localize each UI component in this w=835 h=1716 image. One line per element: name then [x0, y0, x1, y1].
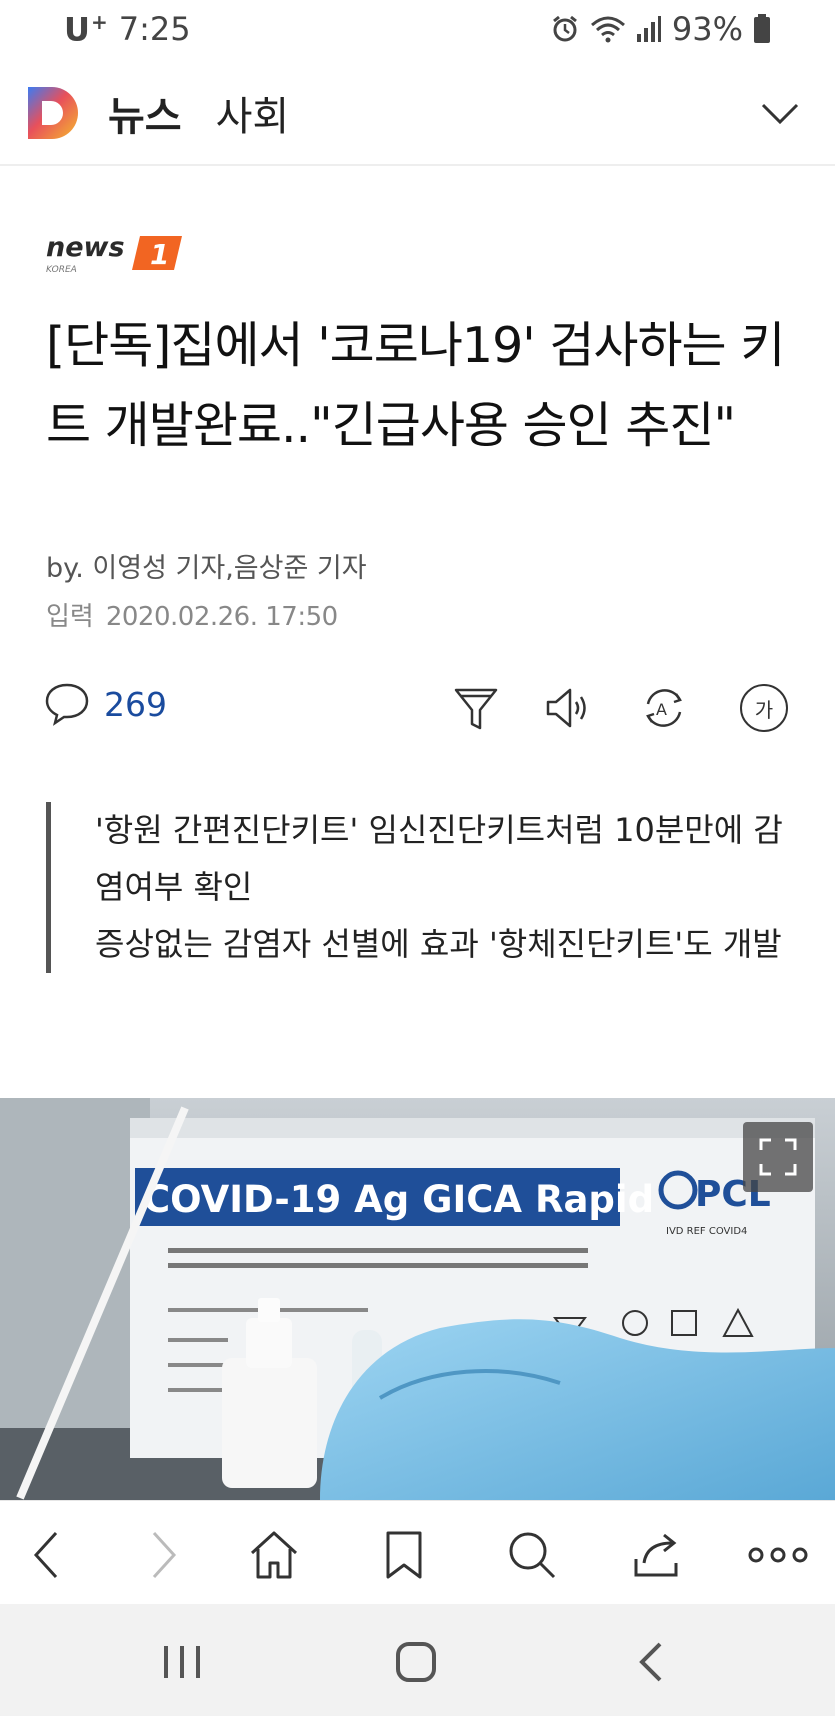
summary-line: 증상없는 감염자 선별에 효과 '항체진단키트'도 개발 — [95, 925, 782, 963]
recent-apps-icon[interactable] — [160, 1640, 204, 1684]
date-value: 2020.02.26. 17:50 — [105, 602, 338, 632]
clock: 7:25 — [118, 10, 191, 48]
forward-icon[interactable] — [136, 1529, 188, 1581]
fullscreen-icon — [759, 1138, 797, 1176]
date-label: 입력 — [46, 602, 94, 632]
font-size-icon[interactable]: 가 — [740, 684, 788, 732]
bookmark-icon[interactable] — [378, 1529, 430, 1581]
expand-image-button[interactable] — [743, 1122, 813, 1192]
home-icon[interactable] — [248, 1529, 300, 1581]
speaker-icon[interactable] — [544, 684, 592, 732]
section-title[interactable]: 사회 — [216, 84, 290, 142]
daum-logo-icon[interactable] — [26, 85, 82, 141]
comment-count: 269 — [104, 684, 167, 724]
battery-icon — [754, 14, 770, 43]
status-bar: U+ 7:25 93% — [0, 0, 835, 58]
comment-icon — [45, 683, 89, 726]
press-logo[interactable]: news 1 KOREA — [46, 228, 186, 278]
back-icon[interactable] — [22, 1529, 74, 1581]
app-header: 뉴스 사회 — [0, 62, 835, 166]
alarm-icon — [552, 15, 577, 42]
summary-line: '항원 간편진단키트' 임신진단키트처럼 10분만에 감염여부 확인 — [95, 811, 783, 906]
font-size-icon-label: 가 — [754, 697, 774, 722]
covid-test-kit-image: COVID-19 Ag GICA Rapid PCL IVD REF COVID… — [0, 1098, 835, 1500]
chevron-down-icon[interactable] — [759, 92, 801, 134]
byline: by. 이영성 기자,음상준 기자 — [46, 553, 367, 584]
more-icon[interactable] — [748, 1529, 808, 1581]
app-title[interactable]: 뉴스 — [108, 84, 182, 142]
box-codes: IVD REF COVID4 — [666, 1226, 747, 1237]
dateline: 입력 2020.02.26. 17:50 — [46, 596, 338, 633]
article-toolbar: 269 A 가 — [0, 668, 835, 748]
system-navigation-bar — [0, 1604, 835, 1716]
article-photo[interactable]: COVID-19 Ag GICA Rapid PCL IVD REF COVID… — [0, 1098, 835, 1500]
battery-percent: 93% — [671, 10, 743, 48]
signal-icon — [636, 16, 661, 42]
home-button-icon[interactable] — [394, 1640, 438, 1684]
share-icon[interactable] — [630, 1529, 682, 1581]
svg-text:A: A — [656, 700, 667, 719]
browser-toolbar — [0, 1500, 835, 1604]
search-icon[interactable] — [506, 1529, 558, 1581]
translate-icon[interactable]: A — [640, 684, 688, 732]
article-summary: '항원 간편진단키트' 임신진단키트처럼 10분만에 감염여부 확인 증상없는 … — [46, 802, 806, 973]
system-back-icon[interactable] — [630, 1640, 674, 1684]
svg-text:1: 1 — [150, 238, 169, 271]
box-title: COVID-19 Ag GICA Rapid — [143, 1178, 654, 1221]
svg-text:KOREA: KOREA — [46, 265, 77, 275]
comment-button[interactable]: 269 — [44, 682, 167, 726]
article-headline: [단독]집에서 '코로나19' 검사하는 키트 개발완료.."긴급사용 승인 추… — [46, 317, 785, 454]
wifi-icon — [590, 16, 625, 43]
svg-text:news: news — [46, 232, 125, 263]
carrier-label: U+ — [64, 9, 109, 49]
filter-icon[interactable] — [452, 684, 500, 732]
